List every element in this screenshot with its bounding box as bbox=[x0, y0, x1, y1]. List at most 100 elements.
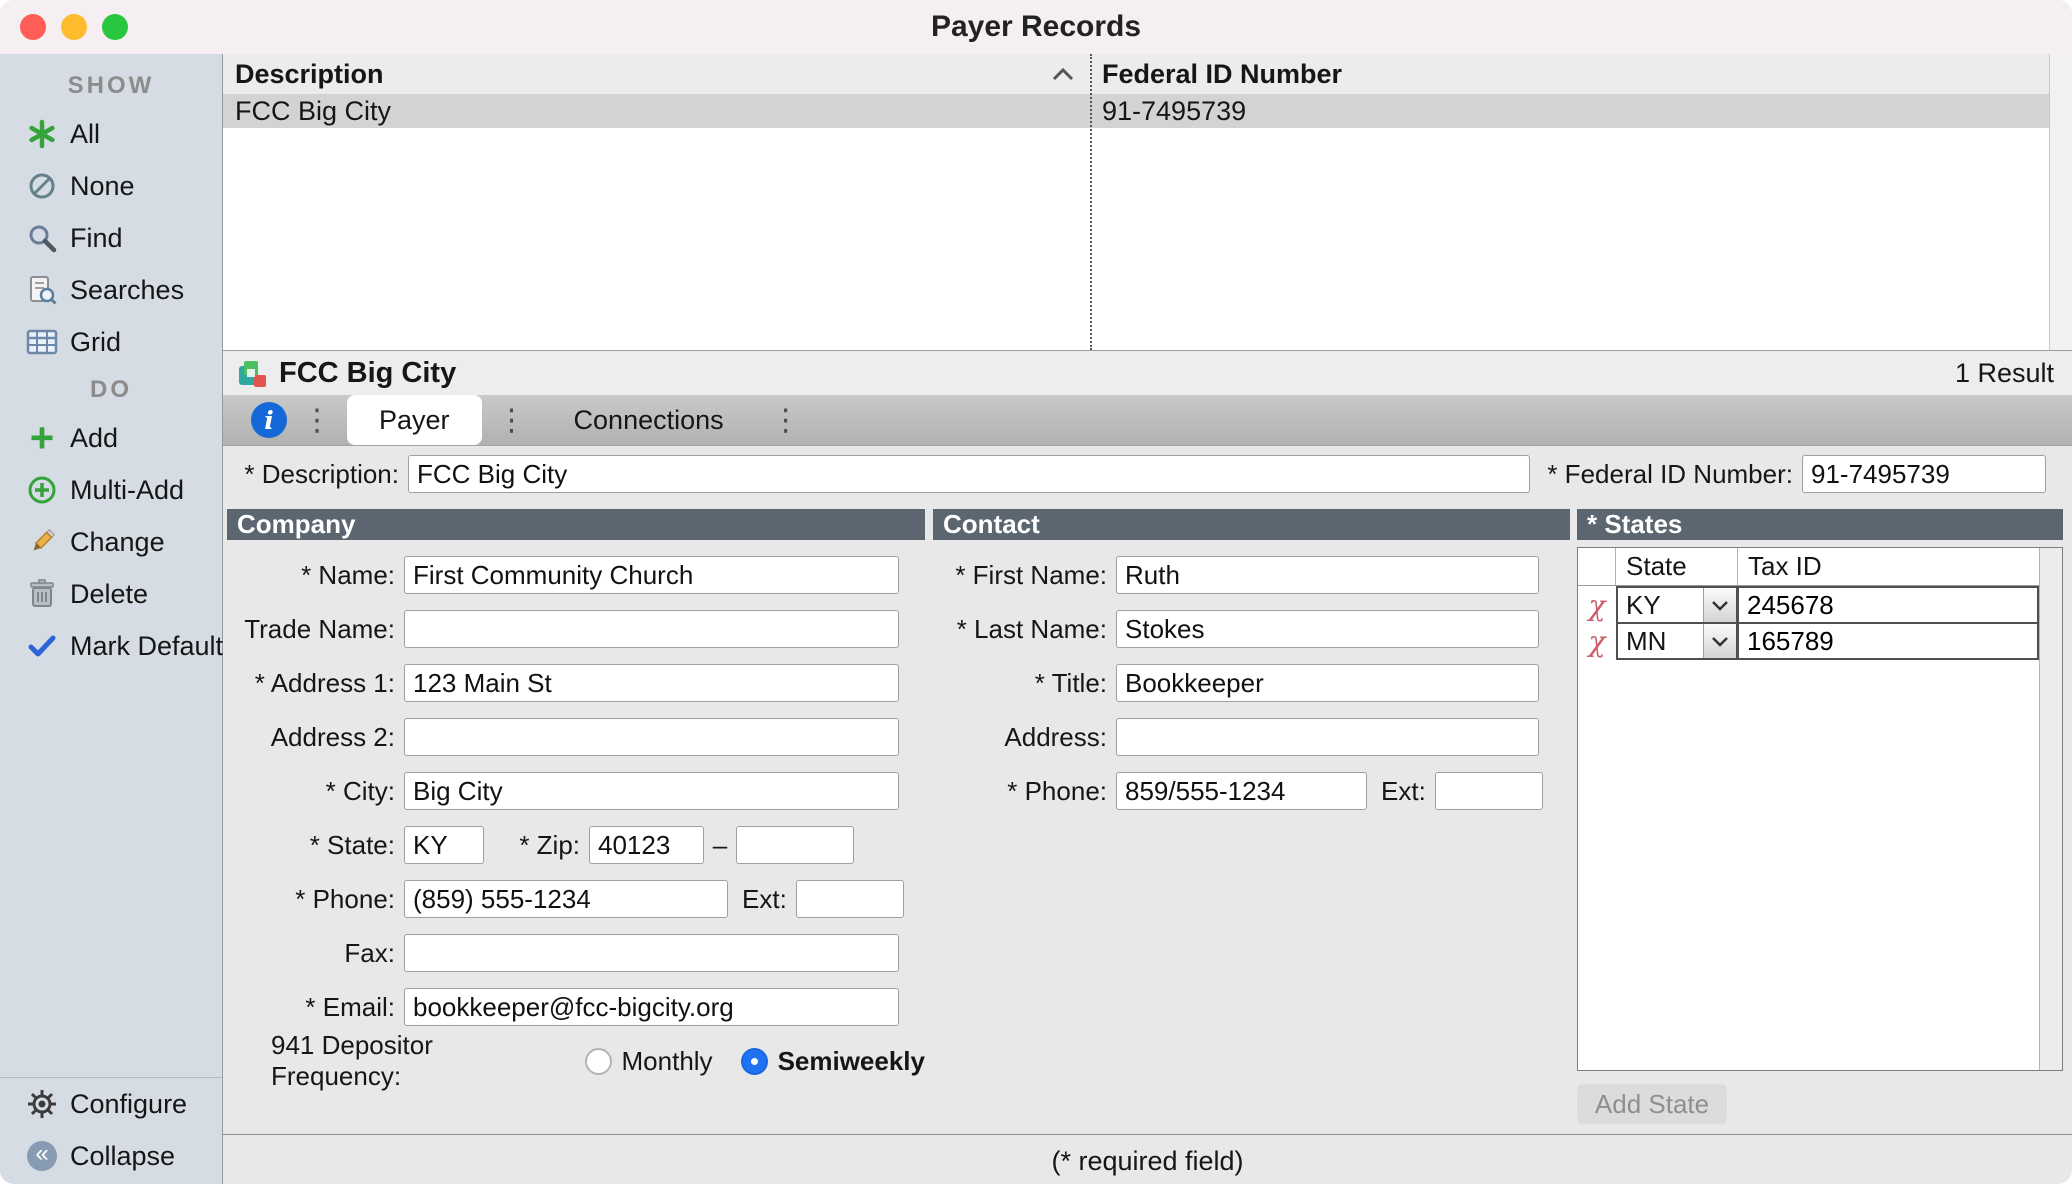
tax-id-field[interactable] bbox=[1737, 586, 2039, 624]
semiweekly-radio[interactable] bbox=[740, 1047, 768, 1075]
tab-separator-icon: ⋮ bbox=[302, 402, 332, 438]
sort-ascending-icon bbox=[1052, 67, 1074, 81]
monthly-radio[interactable] bbox=[584, 1047, 612, 1075]
state-column-header: State bbox=[1616, 548, 1738, 585]
contact-address-label: Address: bbox=[1004, 721, 1107, 752]
sidebar: SHOW All None Find Searches Grid DO + Ad… bbox=[0, 54, 223, 1184]
zip-field[interactable] bbox=[589, 826, 704, 864]
email-field[interactable] bbox=[404, 988, 899, 1026]
slash-circle-icon bbox=[18, 171, 66, 201]
sidebar-item-configure[interactable]: Configure bbox=[0, 1078, 222, 1130]
first-name-field[interactable] bbox=[1116, 556, 1539, 594]
pencil-icon bbox=[18, 527, 66, 557]
column-label: Federal ID Number bbox=[1102, 58, 1343, 89]
tax-id-field[interactable] bbox=[1737, 622, 2039, 660]
contact-ext-field[interactable] bbox=[1434, 772, 1543, 810]
chevron-down-icon[interactable] bbox=[1703, 588, 1736, 622]
tab-payer[interactable]: Payer bbox=[347, 395, 482, 445]
contact-title-field[interactable] bbox=[1116, 664, 1539, 702]
minimize-window-button[interactable] bbox=[61, 14, 87, 40]
required-field-note: (* required field) bbox=[1051, 1146, 1244, 1176]
sidebar-item-collapse[interactable]: « Collapse bbox=[0, 1130, 222, 1182]
sidebar-item-searches[interactable]: Searches bbox=[0, 264, 222, 316]
results-scrollbar[interactable] bbox=[2049, 54, 2072, 350]
states-table: State Tax ID χ KY χ MN bbox=[1577, 547, 2063, 1071]
state-select[interactable]: KY bbox=[1616, 586, 1738, 624]
state-select[interactable]: MN bbox=[1616, 622, 1738, 660]
results-header-row: Description Federal ID Number bbox=[223, 54, 2072, 95]
column-header-federal-id[interactable]: Federal ID Number bbox=[1090, 59, 2072, 90]
title-label: * Title: bbox=[1034, 667, 1107, 698]
sidebar-item-grid[interactable]: Grid bbox=[0, 316, 222, 368]
close-window-button[interactable] bbox=[20, 14, 46, 40]
delete-state-icon[interactable]: χ bbox=[1578, 589, 1616, 622]
zoom-window-button[interactable] bbox=[102, 14, 128, 40]
sidebar-item-add[interactable]: + Add bbox=[0, 412, 222, 464]
contact-section-header: Contact bbox=[933, 509, 1570, 540]
contact-address-field[interactable] bbox=[1116, 718, 1539, 756]
result-count: 1 Result bbox=[1954, 358, 2054, 388]
sidebar-item-label: All bbox=[70, 118, 101, 149]
company-name-field[interactable] bbox=[404, 556, 899, 594]
record-top-fields: * Description: * Federal ID Number: bbox=[227, 454, 2046, 494]
plus-icon: + bbox=[29, 414, 55, 461]
add-state-button[interactable]: Add State bbox=[1577, 1084, 1727, 1124]
sidebar-item-label: Mark Default bbox=[70, 630, 224, 661]
zip-plus4-field[interactable] bbox=[736, 826, 854, 864]
contact-ext-label: Ext: bbox=[1381, 775, 1426, 806]
sidebar-item-delete[interactable]: Delete bbox=[0, 568, 222, 620]
sidebar-item-label: None bbox=[70, 170, 135, 201]
address2-field[interactable] bbox=[404, 718, 899, 756]
states-section-header: * States bbox=[1577, 509, 2063, 540]
record-header: FCC Big City 1 Result bbox=[223, 350, 2072, 396]
state-field[interactable] bbox=[404, 826, 484, 864]
payer-records-window: Payer Records SHOW All None Find Searche… bbox=[0, 0, 2072, 1184]
fax-field[interactable] bbox=[404, 934, 899, 972]
last-name-field[interactable] bbox=[1116, 610, 1539, 648]
sidebar-item-label: Searches bbox=[70, 274, 185, 305]
federal-id-label: * Federal ID Number: bbox=[1547, 458, 1793, 489]
state-row: χ KY bbox=[1578, 586, 2039, 624]
gear-icon bbox=[18, 1089, 66, 1119]
magnifier-icon bbox=[18, 223, 66, 253]
delete-state-icon[interactable]: χ bbox=[1578, 625, 1616, 658]
city-field[interactable] bbox=[404, 772, 899, 810]
trash-icon bbox=[18, 579, 66, 609]
sidebar-item-label: Multi-Add bbox=[70, 474, 185, 505]
bottom-divider bbox=[223, 1134, 2072, 1135]
sidebar-item-find[interactable]: Find bbox=[0, 212, 222, 264]
table-row[interactable]: FCC Big City 91-7495739 bbox=[223, 94, 2072, 128]
monthly-radio-label: Monthly bbox=[621, 1045, 713, 1076]
company-ext-field[interactable] bbox=[795, 880, 904, 918]
sidebar-section-do: DO bbox=[90, 376, 132, 403]
chevron-down-icon[interactable] bbox=[1703, 624, 1736, 658]
address1-label: * Address 1: bbox=[254, 667, 395, 698]
sidebar-item-mark-default[interactable]: Mark Default bbox=[0, 620, 224, 672]
zip-dash: – bbox=[712, 829, 728, 860]
sidebar-item-all[interactable]: All bbox=[0, 108, 222, 160]
payer-record-icon bbox=[237, 358, 269, 390]
city-label: * City: bbox=[325, 775, 395, 806]
depositor-frequency-label: 941 Depositor Frequency: bbox=[271, 1030, 433, 1091]
company-section: Company * Name: Trade Name: * Address 1:… bbox=[227, 509, 925, 1091]
sidebar-section-show: SHOW bbox=[67, 72, 155, 99]
description-field[interactable] bbox=[408, 455, 1530, 493]
trade-name-field[interactable] bbox=[404, 610, 899, 648]
sidebar-item-label: Collapse bbox=[70, 1140, 176, 1171]
sidebar-item-multi-add[interactable]: Multi-Add bbox=[0, 464, 222, 516]
tab-connections[interactable]: Connections bbox=[542, 395, 756, 445]
federal-id-field[interactable] bbox=[1802, 455, 2046, 493]
states-scrollbar[interactable] bbox=[2039, 548, 2062, 1070]
address2-label: Address 2: bbox=[270, 721, 395, 752]
info-icon[interactable]: i bbox=[251, 402, 287, 438]
circle-plus-icon bbox=[18, 475, 66, 505]
collapse-icon: « bbox=[18, 1141, 66, 1171]
address1-field[interactable] bbox=[404, 664, 899, 702]
fax-label: Fax: bbox=[344, 937, 395, 968]
sidebar-item-change[interactable]: Change bbox=[0, 516, 222, 568]
company-phone-field[interactable] bbox=[404, 880, 728, 918]
sidebar-item-none[interactable]: None bbox=[0, 160, 222, 212]
contact-phone-field[interactable] bbox=[1116, 772, 1367, 810]
column-header-description[interactable]: Description bbox=[223, 54, 1090, 94]
state-value: MN bbox=[1626, 625, 1667, 656]
